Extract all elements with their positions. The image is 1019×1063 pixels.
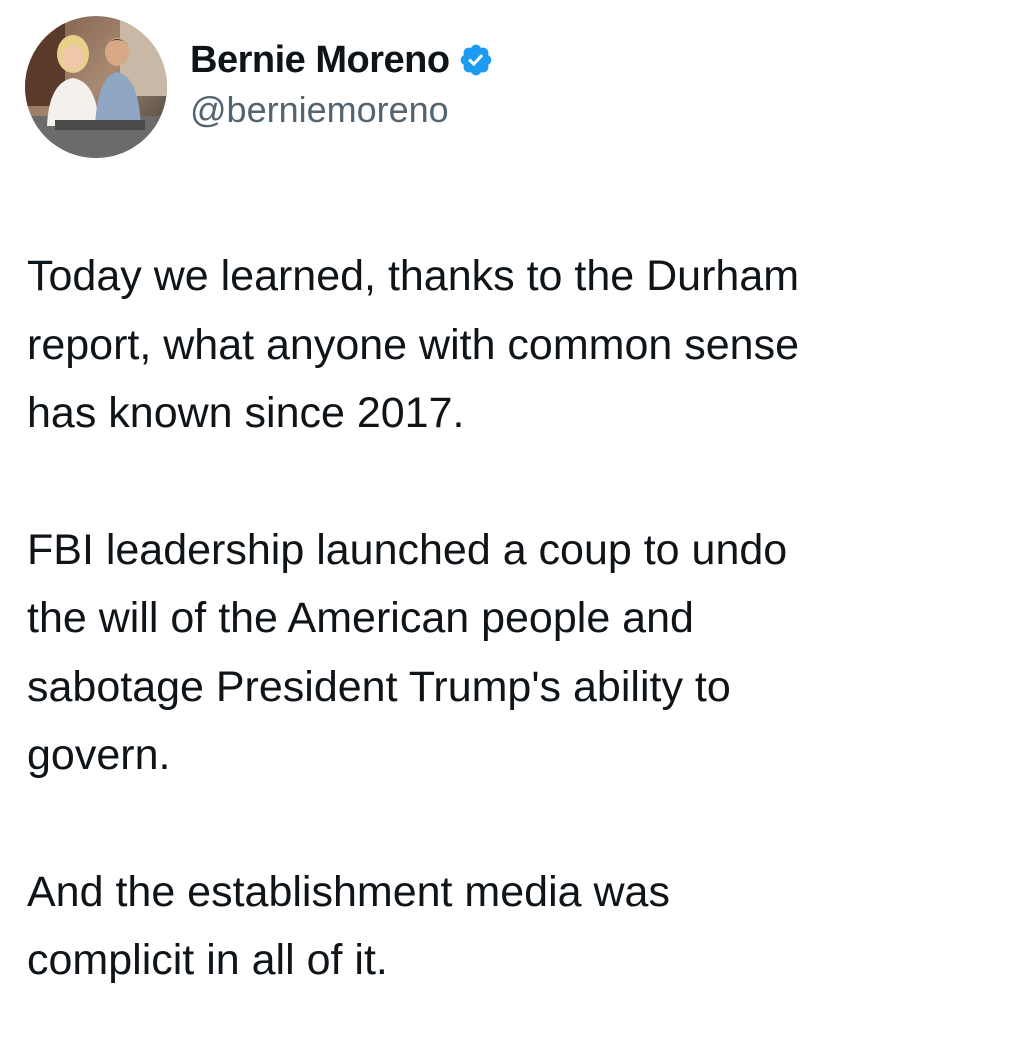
avatar[interactable] <box>25 16 167 158</box>
text-line: And the establishment media was <box>27 867 670 916</box>
author-identity: Bernie Moreno @berniemoreno <box>190 16 494 132</box>
text-line: FBI leadership launched a coup to undo <box>27 525 788 574</box>
tweet-paragraph: FBI leadership launched a coup to undo t… <box>27 516 1002 790</box>
tweet-header: Bernie Moreno @berniemoreno <box>25 16 494 158</box>
tweet-paragraph: Today we learned, thanks to the Durham r… <box>27 242 1002 448</box>
name-row: Bernie Moreno <box>190 38 494 82</box>
text-line: complicit in all of it. <box>27 936 388 984</box>
text-line: the will of the American people and <box>27 594 694 642</box>
text-line: govern. <box>27 731 171 779</box>
tweet-paragraph: And the establishment media was complici… <box>27 858 1002 995</box>
text-line: sabotage President Trump's ability to <box>27 662 731 711</box>
verified-badge-icon <box>458 42 494 78</box>
tweet-text: Today we learned, thanks to the Durham r… <box>27 242 1002 1063</box>
text-line: Today we learned, thanks to the Durham <box>27 252 800 300</box>
author-handle[interactable]: @berniemoreno <box>190 88 494 132</box>
text-line: report, what anyone with common sense <box>27 320 800 369</box>
author-display-name[interactable]: Bernie Moreno <box>190 38 450 82</box>
text-line: has known since 2017. <box>27 389 465 437</box>
